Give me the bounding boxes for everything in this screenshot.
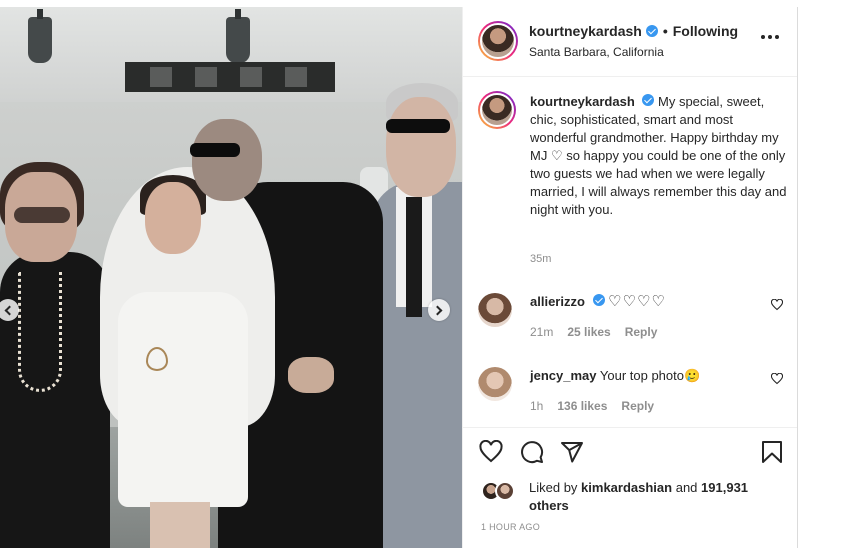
liker-username[interactable]: kimkardashian [581, 480, 672, 495]
panel-border [797, 7, 798, 548]
chevron-left-icon [4, 305, 15, 315]
liker-avatars[interactable] [481, 481, 521, 501]
liked-by-label: Liked by [529, 480, 578, 495]
caption-text-block: kourtneykardash My special, sweet, chic,… [530, 93, 788, 219]
reply-button[interactable]: Reply [621, 399, 654, 413]
author-username[interactable]: kourtneykardash [529, 23, 642, 39]
comment-emoji: 🥲 [683, 368, 701, 383]
likes-and-label: and [675, 480, 698, 495]
bride-legs [150, 502, 210, 548]
grandmother-glasses [14, 207, 70, 223]
bookmark-icon[interactable] [761, 440, 783, 464]
likes-text: Liked by kimkardashian and 191,931 other… [529, 479, 779, 515]
photo-beam-slot [285, 67, 307, 87]
more-options-icon[interactable] [761, 35, 779, 39]
comment-meta: 1h 136 likes Reply [530, 399, 654, 413]
held-hands [288, 357, 334, 393]
heart-icon[interactable] [771, 373, 783, 385]
photo-beam-slot [240, 67, 262, 87]
comment-meta: 21m 25 likes Reply [530, 325, 657, 339]
author-avatar[interactable] [478, 21, 518, 61]
heart-pendant [146, 347, 168, 371]
comment-text: Your top photo [599, 368, 684, 383]
grandfather-face [386, 97, 456, 197]
grandfather-glasses [386, 119, 450, 133]
verified-badge-icon [645, 25, 658, 37]
verified-badge-icon [592, 294, 605, 306]
action-bar [463, 427, 798, 464]
comment-icon[interactable] [520, 440, 544, 464]
post-side-panel: kourtneykardash • Following Santa Barbar… [462, 7, 798, 548]
caption-text: My special, sweet, chic, sophisticated, … [530, 94, 787, 217]
comment-time: 21m [530, 325, 554, 339]
comment-username[interactable]: allierizzo [530, 294, 585, 309]
reply-button[interactable]: Reply [625, 325, 658, 339]
comment-time: 1h [530, 399, 544, 413]
post-header: kourtneykardash • Following Santa Barbar… [463, 7, 798, 77]
caption-avatar[interactable] [478, 91, 516, 129]
comment-likes[interactable]: 136 likes [557, 399, 607, 413]
comment-body: jency_may Your top photo🥲 [530, 367, 700, 385]
chevron-right-icon [432, 305, 443, 315]
grandfather-tie [406, 197, 422, 317]
commenter-avatar[interactable] [478, 293, 512, 327]
caption-username[interactable]: kourtneykardash [530, 94, 635, 109]
comment-text: ♡♡♡♡ [608, 293, 666, 310]
share-icon[interactable] [560, 440, 584, 464]
groom-glasses [190, 143, 240, 157]
photo-beam-slot [195, 67, 217, 87]
heart-icon[interactable] [479, 440, 503, 464]
author-line: kourtneykardash • Following [529, 23, 738, 39]
comment-body: allierizzo ♡♡♡♡ [530, 293, 666, 311]
liker-avatar [495, 481, 515, 501]
carousel-next-button[interactable] [428, 299, 450, 321]
groom-face [192, 119, 262, 201]
following-button[interactable]: Following [673, 23, 738, 39]
caption-time: 35m [530, 253, 552, 265]
commenter-avatar[interactable] [478, 367, 512, 401]
comment-username[interactable]: jency_may [530, 368, 597, 383]
post-photo[interactable] [0, 7, 462, 548]
bride-face [145, 182, 201, 254]
separator-dot: • [662, 23, 668, 39]
photo-beam-slot [150, 67, 172, 87]
post-timestamp[interactable]: 1 HOUR AGO [481, 522, 540, 532]
pearl-necklace [18, 272, 62, 392]
verified-badge-icon [642, 94, 655, 106]
photo-lantern-right [226, 9, 250, 63]
photo-lantern-left [28, 9, 52, 63]
heart-icon[interactable] [771, 299, 783, 311]
comment-likes[interactable]: 25 likes [567, 325, 610, 339]
bride-dress [118, 292, 248, 507]
post-location[interactable]: Santa Barbara, California [529, 45, 664, 59]
